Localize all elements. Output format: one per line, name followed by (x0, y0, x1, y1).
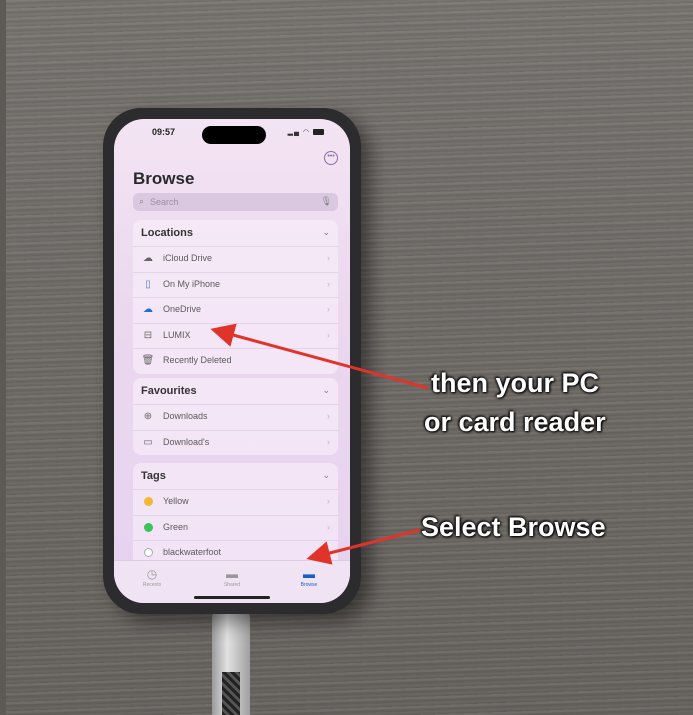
annotation-pc-line2: or card reader (424, 407, 606, 437)
arrow-to-browse-tab (306, 528, 421, 565)
annotation-select-browse: Select Browse (421, 512, 606, 542)
annotation-arrows (210, 323, 429, 565)
arrow-to-lumix (210, 323, 429, 390)
annotation-pc-line1: then your PC (431, 368, 600, 398)
